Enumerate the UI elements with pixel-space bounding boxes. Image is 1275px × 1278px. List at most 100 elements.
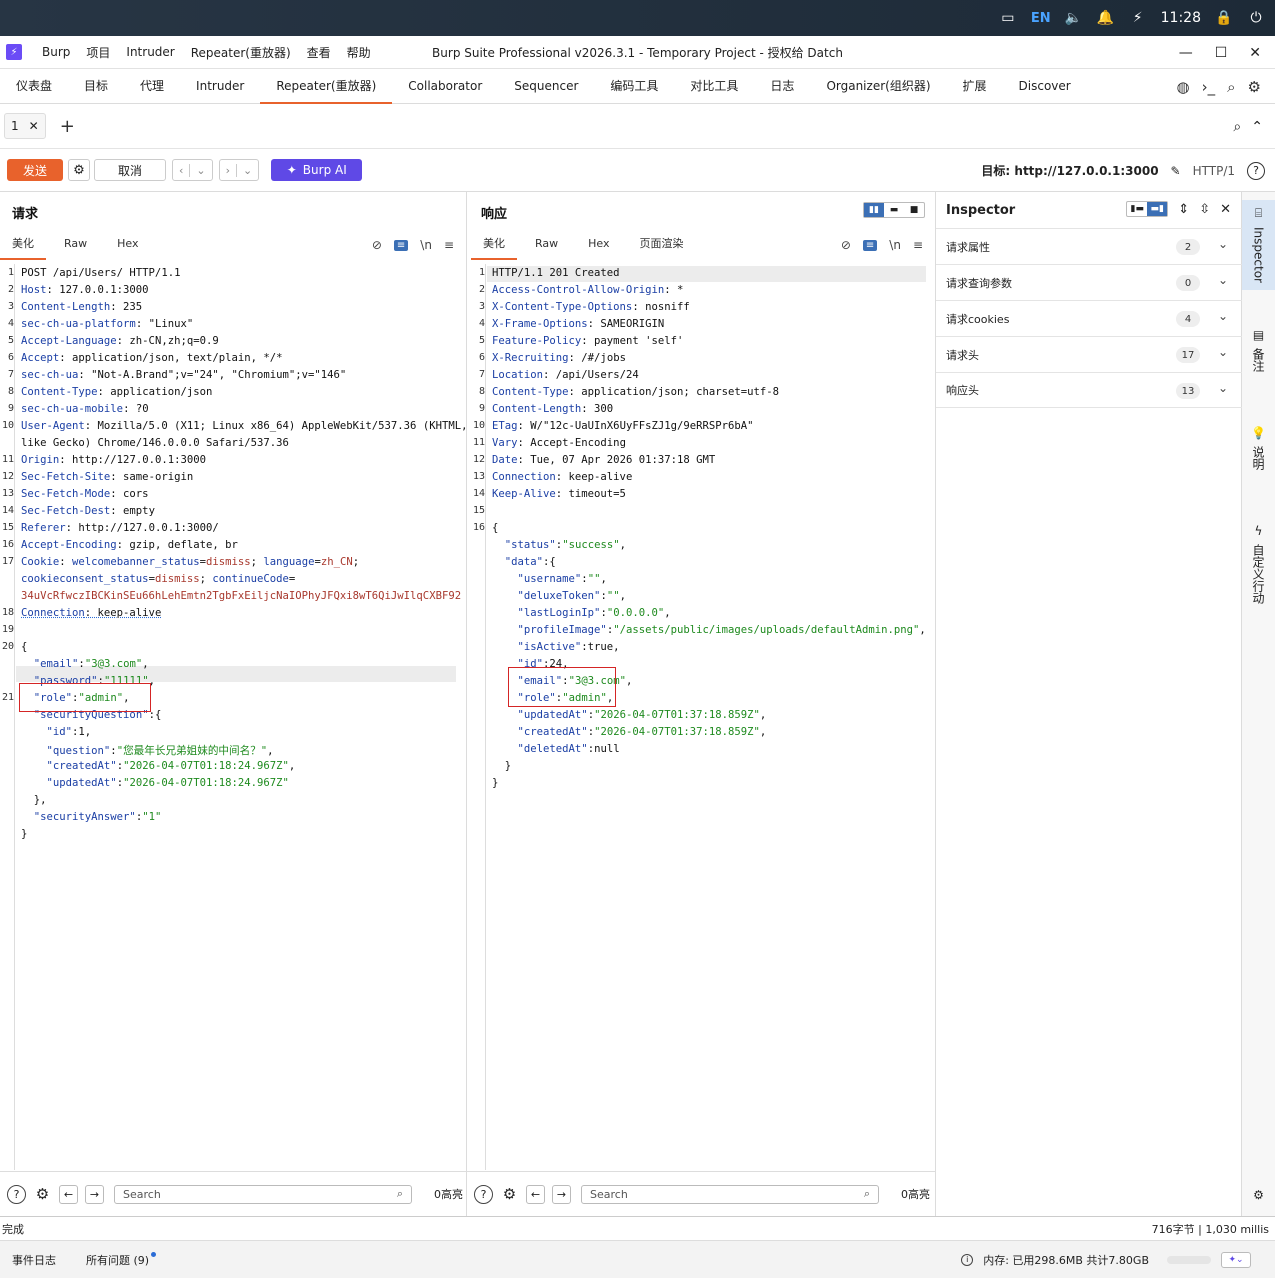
layout-left-icon[interactable]: ▮▬ bbox=[1127, 202, 1147, 216]
tab-extensions[interactable]: 扩展 bbox=[947, 69, 1003, 104]
chevron-down-icon[interactable]: ⌄ bbox=[1218, 237, 1228, 251]
menu-icon[interactable]: ≡ bbox=[444, 238, 454, 252]
inspector-row-request-attributes[interactable]: 请求属性 2 ⌄ bbox=[936, 228, 1242, 264]
tab-render[interactable]: 页面渲染 bbox=[628, 230, 696, 260]
search-icon[interactable]: ⌕ bbox=[1227, 78, 1235, 96]
wrap-icon[interactable]: ≡ bbox=[393, 239, 409, 251]
all-issues-tab[interactable]: 所有问题 (9) bbox=[86, 1251, 157, 1268]
chevron-down-icon[interactable]: ⌄ bbox=[236, 163, 258, 177]
menu-burp[interactable]: Burp bbox=[34, 45, 78, 59]
minimize-icon[interactable]: — bbox=[1179, 45, 1193, 61]
inspector-row-query-params[interactable]: 请求查询参数 0 ⌄ bbox=[936, 264, 1242, 300]
gear-icon[interactable]: ⚙ bbox=[500, 1185, 519, 1204]
inspector-row-request-headers[interactable]: 请求头 17 ⌄ bbox=[936, 336, 1242, 372]
tab-logger[interactable]: 日志 bbox=[754, 69, 810, 104]
arrow-left-icon[interactable]: ← bbox=[526, 1184, 545, 1204]
volume-icon[interactable]: 🔈 bbox=[1065, 10, 1083, 26]
chevron-down-icon[interactable]: ⌄ bbox=[1218, 273, 1228, 287]
power-menu-icon[interactable]: ⏻ bbox=[1247, 10, 1265, 26]
arrow-right-icon[interactable]: → bbox=[552, 1184, 571, 1204]
tab-decoder[interactable]: 编码工具 bbox=[594, 69, 674, 104]
tab-hex[interactable]: Hex bbox=[105, 230, 150, 260]
help-icon[interactable]: ? bbox=[1247, 161, 1265, 180]
layout-switch[interactable]: ▮▮ ▬ ■ bbox=[863, 202, 925, 218]
layout-horizontal-icon[interactable]: ▬ bbox=[884, 203, 904, 217]
burp-ai-button[interactable]: ✦ Burp AI bbox=[271, 159, 363, 181]
tab-target[interactable]: 目标 bbox=[68, 69, 124, 104]
hide-icon[interactable]: ⊘ bbox=[372, 238, 382, 252]
repeater-tab-1[interactable]: 1 ✕ bbox=[4, 113, 46, 139]
request-editor[interactable]: 1 POST /api/Users/ HTTP/1.1 2 Host: 127.… bbox=[0, 264, 466, 1170]
hide-icon[interactable]: ⊘ bbox=[841, 238, 851, 252]
event-log-tab[interactable]: 事件日志 bbox=[12, 1252, 56, 1268]
chevron-up-icon[interactable]: ⌃ bbox=[1251, 119, 1263, 135]
language-indicator[interactable]: EN bbox=[1031, 11, 1051, 26]
chevron-down-icon[interactable]: ⌄ bbox=[1218, 309, 1228, 323]
terminal-icon[interactable]: ›_ bbox=[1202, 78, 1216, 96]
tab-discover[interactable]: Discover bbox=[1003, 69, 1087, 104]
chevron-down-icon[interactable]: ⌄ bbox=[189, 163, 211, 177]
menu-project[interactable]: 项目 bbox=[78, 44, 118, 61]
gear-icon[interactable]: ⚙ bbox=[1248, 78, 1261, 96]
tab-collaborator[interactable]: Collaborator bbox=[392, 69, 498, 104]
tab-pretty[interactable]: 美化 bbox=[0, 230, 46, 260]
tab-hex[interactable]: Hex bbox=[576, 230, 621, 260]
menu-intruder[interactable]: Intruder bbox=[118, 45, 182, 59]
tab-raw[interactable]: Raw bbox=[52, 230, 99, 260]
globe-icon[interactable]: ◍ bbox=[1177, 78, 1190, 96]
help-icon[interactable]: ? bbox=[474, 1184, 493, 1204]
close-icon[interactable]: ✕ bbox=[1249, 45, 1261, 61]
ai-toggle[interactable]: ✦⌄ bbox=[1221, 1251, 1251, 1268]
collapse-all-icon[interactable]: ⇳ bbox=[1199, 202, 1210, 217]
cancel-button[interactable]: 取消 bbox=[94, 159, 166, 181]
chevron-down-icon[interactable]: ⌄ bbox=[1218, 345, 1228, 359]
wrap-icon[interactable]: ≡ bbox=[862, 239, 878, 251]
edit-pencil-icon[interactable]: ✎ bbox=[1171, 164, 1181, 178]
tab-pretty[interactable]: 美化 bbox=[471, 230, 517, 260]
sidebar-custom-actions[interactable]: ϟ 自定义行动 bbox=[1242, 524, 1275, 624]
request-search-input[interactable]: Search ⌕ bbox=[114, 1184, 412, 1204]
response-search-input[interactable]: Search ⌕ bbox=[581, 1184, 879, 1204]
send-button[interactable]: 发送 bbox=[7, 159, 63, 181]
menu-repeater[interactable]: Repeater(重放器) bbox=[183, 44, 299, 61]
gear-icon[interactable]: ⚙ bbox=[33, 1185, 52, 1204]
close-icon[interactable]: ✕ bbox=[1220, 202, 1231, 217]
newline-icon[interactable]: \n bbox=[889, 238, 901, 252]
sidebar-explanation[interactable]: 💡 说明 bbox=[1242, 426, 1275, 496]
maximize-icon[interactable]: ☐ bbox=[1215, 45, 1228, 61]
tab-intruder[interactable]: Intruder bbox=[180, 69, 260, 104]
tab-proxy[interactable]: 代理 bbox=[124, 69, 180, 104]
tab-dashboard[interactable]: 仪表盘 bbox=[0, 69, 68, 104]
close-tab-icon[interactable]: ✕ bbox=[29, 119, 39, 133]
help-icon[interactable]: ? bbox=[7, 1184, 26, 1204]
history-forward[interactable]: › ⌄ bbox=[218, 159, 260, 181]
menu-icon[interactable]: ≡ bbox=[913, 238, 923, 252]
layout-single-icon[interactable]: ■ bbox=[904, 203, 924, 217]
chevron-right-icon[interactable]: › bbox=[220, 164, 236, 177]
menu-help[interactable]: 帮助 bbox=[339, 44, 379, 61]
lock-icon[interactable]: 🔒 bbox=[1215, 10, 1233, 26]
inspector-row-response-headers[interactable]: 响应头 13 ⌄ bbox=[936, 372, 1242, 408]
tab-repeater[interactable]: Repeater(重放器) bbox=[260, 69, 393, 104]
tab-sequencer[interactable]: Sequencer bbox=[498, 69, 594, 104]
bell-icon[interactable]: 🔔 bbox=[1097, 10, 1115, 26]
expand-all-icon[interactable]: ⇕ bbox=[1178, 202, 1189, 217]
search-tabs-icon[interactable]: ⌕ bbox=[1233, 119, 1241, 135]
layout-split-icon[interactable]: ▮▮ bbox=[864, 203, 884, 217]
inspector-row-cookies[interactable]: 请求cookies 4 ⌄ bbox=[936, 300, 1242, 336]
sidebar-notes[interactable]: ▤ 备注 bbox=[1242, 328, 1275, 398]
layout-right-icon[interactable]: ▬▮ bbox=[1147, 202, 1168, 216]
sidebar-settings[interactable]: ⚙ bbox=[1242, 1188, 1275, 1208]
tab-comparer[interactable]: 对比工具 bbox=[674, 69, 754, 104]
send-settings-icon[interactable]: ⚙ bbox=[68, 159, 90, 181]
tab-organizer[interactable]: Organizer(组织器) bbox=[810, 69, 946, 104]
http-version[interactable]: HTTP/1 bbox=[1193, 164, 1235, 178]
power-icon[interactable]: ⚡ bbox=[1129, 10, 1147, 26]
clock[interactable]: 11:28 bbox=[1161, 10, 1201, 26]
newline-icon[interactable]: \n bbox=[420, 238, 432, 252]
chevron-left-icon[interactable]: ‹ bbox=[173, 164, 189, 177]
inspector-layout-switch[interactable]: ▮▬ ▬▮ bbox=[1126, 201, 1169, 217]
response-editor[interactable]: 1 HTTP/1.1 201 Created 2 Access-Control-… bbox=[471, 264, 936, 1170]
history-back[interactable]: ‹ ⌄ bbox=[172, 159, 213, 181]
arrow-left-icon[interactable]: ← bbox=[59, 1184, 78, 1204]
